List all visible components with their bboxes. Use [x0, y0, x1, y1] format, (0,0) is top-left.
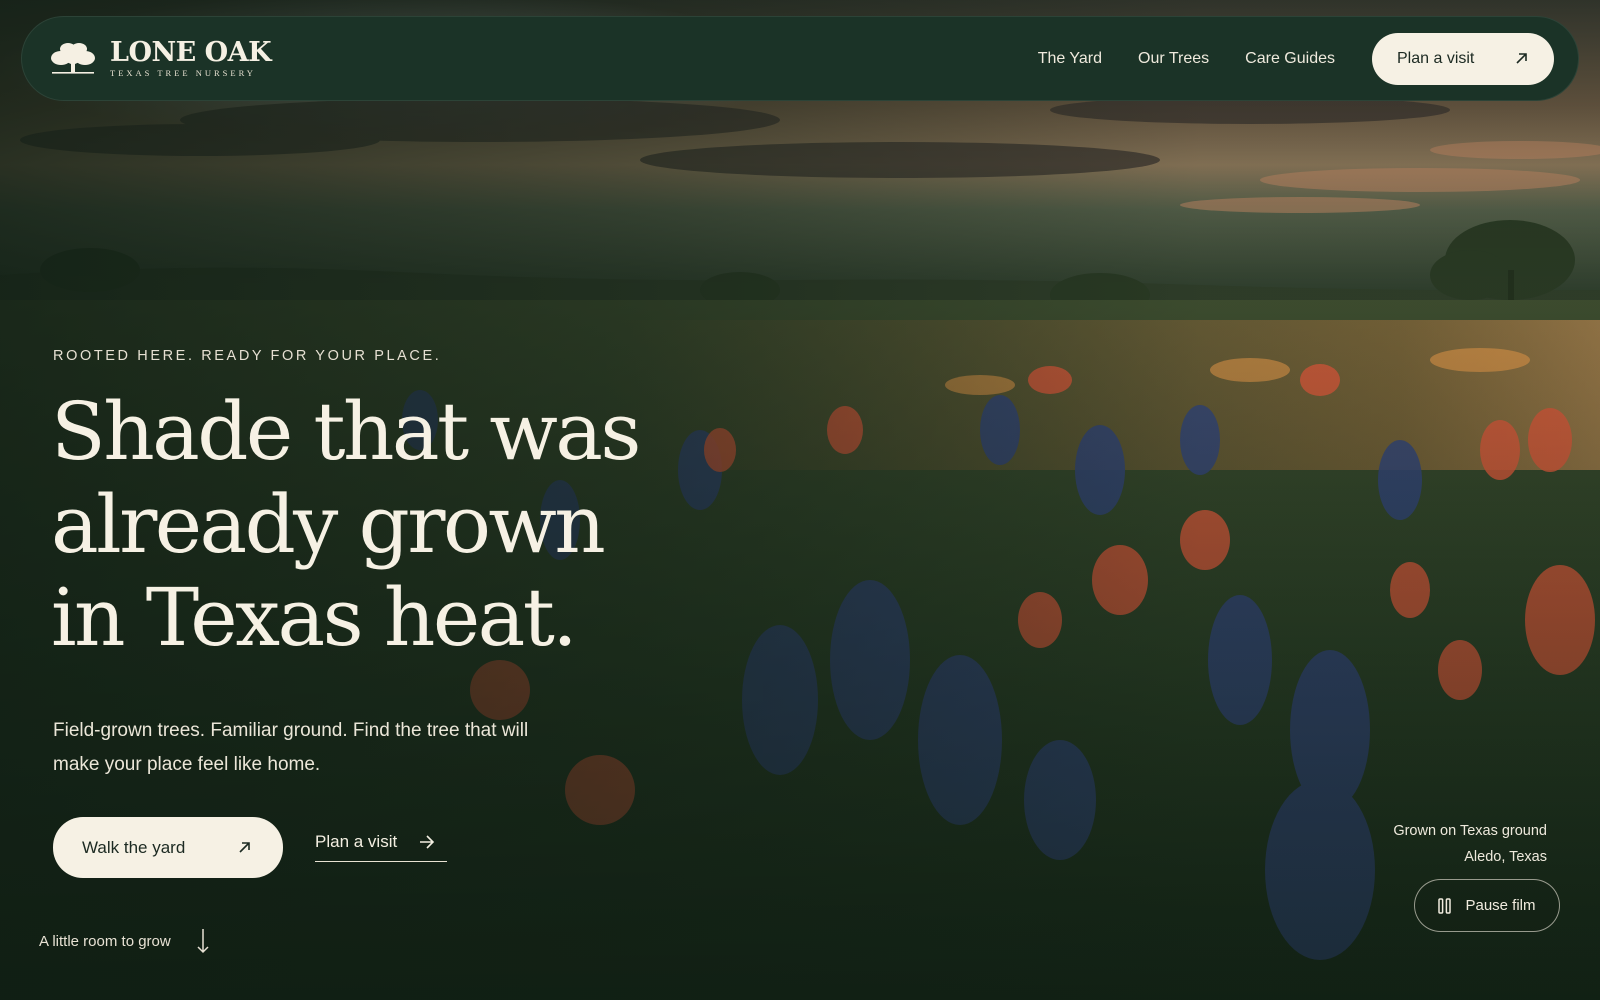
brand-name: LONE OAK [110, 37, 272, 69]
arrow-right-icon [420, 835, 435, 849]
pause-film-label: Pause film [1465, 897, 1536, 914]
nav-links: The Yard Our Trees Care Guides [1038, 50, 1335, 68]
nav-link-care-guides[interactable]: Care Guides [1245, 50, 1335, 68]
brand-logo-link[interactable]: LONE OAK TEXAS TREE NURSERY [48, 37, 272, 79]
nav-plan-visit-button[interactable]: Plan a visit [1372, 32, 1554, 85]
caption-line-1: Grown on Texas ground [1393, 823, 1547, 839]
headline-line-2: already grown [51, 478, 606, 571]
plan-visit-link-label: Plan a visit [315, 832, 398, 851]
nav-plan-visit-label: Plan a visit [1397, 49, 1475, 67]
walk-the-yard-label: Walk the yard [82, 837, 186, 857]
arrow-up-right-icon [239, 842, 250, 853]
brand-tagline: TEXAS TREE NURSERY [110, 68, 256, 79]
headline-line-3: in Texas heat. [51, 571, 578, 664]
hero-eyebrow: ROOTED HERE. READY FOR YOUR PLACE. [53, 348, 442, 364]
nav-link-the-yard[interactable]: The Yard [1038, 50, 1102, 68]
scroll-hint-label: A little room to grow [39, 932, 171, 950]
pause-icon [1438, 897, 1452, 914]
arrow-down-icon [197, 929, 209, 954]
hero-section: LONE OAK TEXAS TREE NURSERY The Yard Our… [0, 0, 1600, 1000]
walk-the-yard-button[interactable]: Walk the yard [53, 817, 283, 878]
arrow-up-right-icon [1516, 53, 1527, 64]
plan-visit-link[interactable]: Plan a visit [315, 832, 447, 862]
scroll-hint[interactable]: A little room to grow [39, 928, 209, 954]
location-caption: Grown on Texas ground Aledo, Texas [1393, 818, 1547, 870]
top-navigation: LONE OAK TEXAS TREE NURSERY The Yard Our… [21, 16, 1579, 101]
oak-tree-icon [51, 42, 95, 74]
pause-film-button[interactable]: Pause film [1414, 879, 1560, 932]
brand-wordmark: LONE OAK TEXAS TREE NURSERY [110, 37, 272, 79]
nav-link-our-trees[interactable]: Our Trees [1138, 50, 1209, 68]
caption-line-2: Aledo, Texas [1464, 849, 1547, 865]
hero-body-text: Field-grown trees. Familiar ground. Find… [53, 720, 529, 775]
hero-headline: Shade that was already grown in Texas he… [51, 385, 691, 664]
headline-line-1: Shade that was [51, 385, 641, 478]
